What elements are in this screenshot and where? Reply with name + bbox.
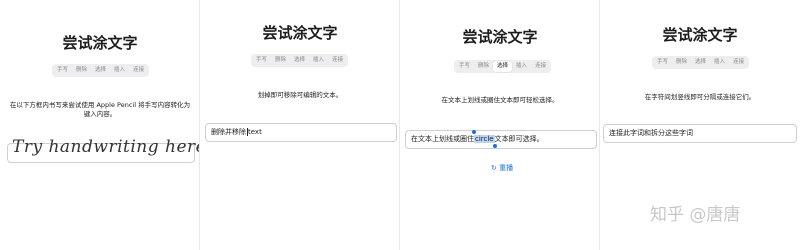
page-title: 尝试涂文字 (662, 26, 738, 44)
tab-delete[interactable]: 删除 (72, 65, 91, 76)
tab-join[interactable]: 连接 (328, 55, 347, 66)
instruction-text: 在文本上划线或圈住文本即可轻松选择。 (441, 96, 559, 104)
editable-text-field[interactable]: 在文本上划线或圈住 circle 文本即可选择。 (405, 130, 597, 149)
tab-insert[interactable]: 插入 (309, 55, 328, 66)
instruction-text: 在字符间划竖线即可分隔或连接它们。 (644, 93, 756, 101)
mode-segmented-control: 手写 删除 选择 插入 连接 (652, 56, 750, 69)
page-title: 尝试涂文字 (62, 34, 138, 52)
selection-handle-start[interactable] (472, 130, 476, 134)
tab-join[interactable]: 连接 (531, 61, 550, 72)
page-title: 尝试涂文字 (262, 24, 338, 42)
editable-text-field[interactable]: 删除并移除 text (205, 123, 397, 142)
tab-handwrite[interactable]: 手写 (653, 57, 672, 68)
page-title: 尝试涂文字 (462, 28, 538, 46)
tab-delete[interactable]: 删除 (672, 57, 691, 68)
tab-insert[interactable]: 插入 (512, 61, 531, 72)
panel-handwrite: 尝试涂文字 手写 删除 选择 插入 连接 在以下方框内书写来尝试使用 Apple… (0, 0, 206, 250)
tab-delete[interactable]: 删除 (271, 55, 290, 66)
field-text: 在文本上划线或圈住 circle 文本即可选择。 (411, 130, 544, 148)
instruction-text: 在以下方框内书写来尝试使用 Apple Pencil 将手写内容转化为键入内容。 (9, 101, 191, 118)
selection-handle-end[interactable] (492, 144, 497, 148)
field-text: 连接此字词和拆分这些字词 (609, 129, 693, 137)
tab-insert[interactable]: 插入 (710, 57, 729, 68)
mode-segmented-control: 手写 删除 选择 插入 连接 (251, 54, 349, 67)
panel-select: 尝试涂文字 手写 删除 选择 插入 连接 在文本上划线或圈住文本即可轻松选择。 … (400, 0, 600, 250)
tab-handwrite[interactable]: 手写 (53, 65, 72, 76)
mode-segmented-control: 手写 删除 选择 插入 连接 (52, 64, 150, 77)
editable-text-field[interactable]: 连接此字词和拆分这些字词 (603, 124, 797, 143)
instruction-text: 划掉即可移除可编辑的文本。 (257, 91, 343, 99)
tab-handwrite[interactable]: 手写 (252, 55, 271, 66)
tab-select[interactable]: 选择 (91, 65, 110, 76)
tab-select[interactable]: 选择 (493, 61, 513, 72)
handwriting-field[interactable]: Try handwriting here (7, 139, 206, 163)
tab-handwrite[interactable]: 手写 (455, 61, 474, 72)
watermark: 知乎 @唐唐 (650, 205, 741, 225)
tab-join[interactable]: 连接 (129, 65, 148, 76)
field-text: 删除并移除 text (211, 128, 262, 136)
mode-segmented-control: 手写 删除 选择 插入 连接 (454, 60, 552, 73)
tab-select[interactable]: 选择 (290, 55, 309, 66)
replay-icon: ↻ (491, 164, 497, 172)
tab-insert[interactable]: 插入 (110, 65, 129, 76)
tab-delete[interactable]: 删除 (474, 61, 493, 72)
tab-select[interactable]: 选择 (691, 57, 710, 68)
panel-delete: 尝试涂文字 手写 删除 选择 插入 连接 划掉即可移除可编辑的文本。 删除并移除… (200, 0, 400, 250)
tab-join[interactable]: 连接 (729, 57, 748, 68)
handwriting-sample: Try handwriting here (12, 137, 207, 157)
replay-button[interactable]: ↻ 重播 (491, 163, 513, 173)
selected-text[interactable]: circle (472, 130, 497, 148)
